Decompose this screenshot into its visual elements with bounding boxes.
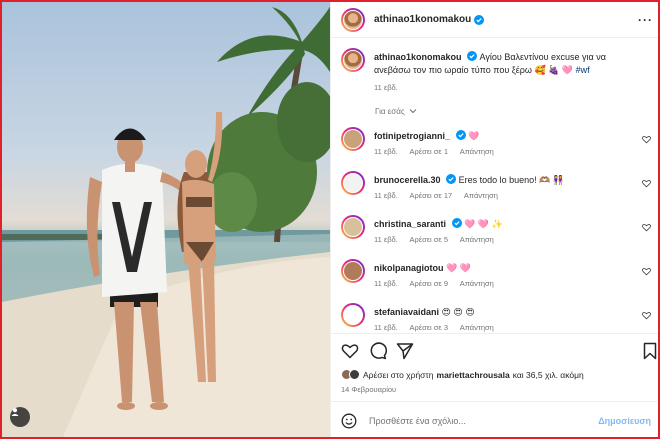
comment-text: fotinipetrogianni_ 🩷: [374, 130, 635, 143]
author-avatar[interactable]: [341, 7, 365, 32]
more-icon[interactable]: ···: [638, 13, 653, 27]
comment-username[interactable]: christina_saranti: [374, 219, 446, 229]
comment-avatar[interactable]: [341, 259, 365, 283]
comment-time: 11 εβδ.: [374, 323, 398, 332]
comment-avatar[interactable]: [341, 171, 365, 195]
likes-prefix: Αρέσει στο χρήστη: [363, 369, 434, 380]
caption-username[interactable]: athinao1konomakou: [374, 52, 462, 62]
comments-list[interactable]: athinao1konomakou Αγίου Βαλεντίνου excus…: [331, 38, 658, 333]
comment-body: 🩷 🩷 ✨: [464, 219, 503, 229]
reply-button[interactable]: Απάντηση: [460, 235, 494, 244]
heart-icon[interactable]: [642, 267, 651, 276]
comment-time: 11 εβδ.: [374, 279, 398, 288]
author-username[interactable]: athinao1konomakou: [374, 14, 471, 25]
comment-likes[interactable]: Αρέσει σε 5: [409, 235, 448, 244]
post-comment-button[interactable]: Δημοσίευση: [598, 416, 651, 426]
heart-icon[interactable]: [341, 342, 359, 360]
verified-icon: [455, 130, 466, 140]
comment-time: 11 εβδ.: [374, 147, 398, 156]
emoji-icon[interactable]: [341, 413, 357, 429]
comment-meta: 11 εβδ. Αρέσει σε 9 Απάντηση: [374, 279, 504, 288]
action-bar: Αρέσει στο χρήστη mariettachrousala και …: [331, 333, 659, 394]
liker-avatar: [349, 369, 360, 380]
comment-username[interactable]: nikolpanagiotou: [374, 263, 444, 273]
share-icon[interactable]: [396, 342, 414, 360]
verified-icon: [451, 218, 462, 228]
caption-text: athinao1konomakou Αγίου Βαλεντίνου excus…: [374, 51, 635, 76]
photo-illustration: [2, 6, 330, 437]
comment-text: brunocerella.30 Eres todo lo bueno! 🫶🏽 👭: [374, 174, 635, 187]
reply-button[interactable]: Απάντηση: [460, 323, 494, 332]
comment-likes[interactable]: Αρέσει σε 9: [409, 279, 448, 288]
post-date[interactable]: 14 Φεβρουαρίου: [341, 385, 396, 394]
tagged-user-button[interactable]: [10, 407, 30, 427]
verified-icon: [474, 14, 485, 25]
heart-icon[interactable]: [642, 179, 651, 188]
bookmark-icon[interactable]: [641, 342, 659, 360]
user-tag-icon: [11, 408, 19, 416]
reply-button[interactable]: Απάντηση: [464, 191, 498, 200]
comment-avatar[interactable]: [341, 127, 365, 151]
comment-body: Eres todo lo bueno! 🫶🏽 👭: [458, 175, 565, 185]
comment-username[interactable]: brunocerella.30: [374, 175, 441, 185]
comment-time: 11 εβδ.: [374, 235, 398, 244]
comment-meta: 11 εβδ. Αρέσει σε 1 Απάντηση: [374, 147, 504, 156]
comment-text: stefaniavaidani 😍 😍 😍: [374, 306, 635, 319]
caption-hashtag[interactable]: #wf: [576, 65, 590, 75]
comment-likes[interactable]: Αρέσει σε 1: [409, 147, 448, 156]
comment-meta: 11 εβδ. Αρέσει σε 3 Απάντηση: [374, 323, 504, 332]
post-frame: athinao1konomakou ··· athinao1konomakou …: [0, 0, 660, 439]
comment-icon[interactable]: [369, 342, 387, 360]
verified-icon: [446, 174, 457, 184]
heart-icon[interactable]: [642, 311, 651, 320]
comment-username[interactable]: stefaniavaidani: [374, 307, 439, 317]
heart-icon[interactable]: [642, 223, 651, 232]
likes-suffix[interactable]: και 36,5 χιλ. ακόμη: [513, 370, 584, 380]
reply-button[interactable]: Απάντηση: [460, 279, 494, 288]
likes-summary[interactable]: Αρέσει στο χρήστη mariettachrousala και …: [341, 369, 584, 380]
comment-avatar[interactable]: [341, 303, 365, 327]
comment-text: nikolpanagiotou 🩷 🩷: [374, 262, 635, 275]
comment-likes[interactable]: Αρέσει σε 17: [409, 191, 452, 200]
for-you-filter[interactable]: Για εσάς: [375, 107, 417, 116]
verified-icon: [467, 51, 478, 61]
post-header: athinao1konomakou ···: [331, 2, 658, 38]
add-comment-bar: Προσθέστε ένα σχόλιο... Δημοσίευση: [331, 401, 658, 437]
post-photo[interactable]: [2, 2, 330, 437]
comment-meta: 11 εβδ. Αρέσει σε 17 Απάντηση: [374, 191, 508, 200]
chevron-down-icon: [409, 109, 417, 114]
comment-body: 🩷: [468, 131, 480, 141]
caption-time: 11 εβδ.: [374, 83, 398, 92]
comment-likes[interactable]: Αρέσει σε 3: [409, 323, 448, 332]
post-panel: athinao1konomakou ··· athinao1konomakou …: [330, 2, 659, 437]
comment-body: 🩷 🩷: [446, 263, 471, 273]
heart-icon[interactable]: [642, 135, 651, 144]
reply-button[interactable]: Απάντηση: [460, 147, 494, 156]
comment-avatar[interactable]: [341, 215, 365, 239]
comment-meta: 11 εβδ. Αρέσει σε 5 Απάντηση: [374, 235, 504, 244]
comment-time: 11 εβδ.: [374, 191, 398, 200]
caption-avatar[interactable]: [341, 48, 365, 72]
comment-text: christina_saranti 🩷 🩷 ✨: [374, 218, 635, 231]
comment-input[interactable]: Προσθέστε ένα σχόλιο...: [369, 416, 466, 426]
comment-username[interactable]: fotinipetrogianni_: [374, 131, 450, 141]
comment-body: 😍 😍 😍: [441, 307, 475, 317]
likes-user[interactable]: mariettachrousala: [437, 370, 510, 380]
for-you-label: Για εσάς: [375, 107, 405, 116]
